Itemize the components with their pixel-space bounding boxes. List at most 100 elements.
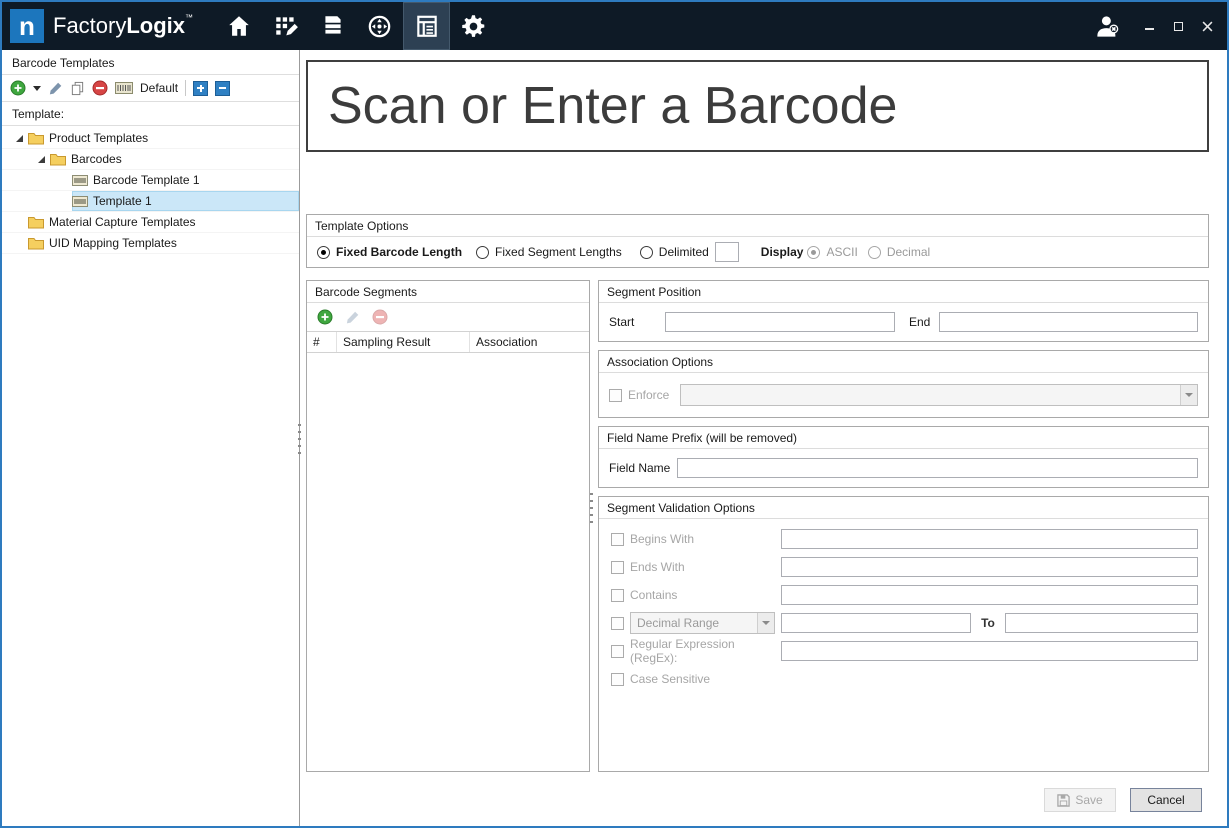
- fixed-segment-lengths-label: Fixed Segment Lengths: [495, 245, 622, 259]
- cancel-button[interactable]: Cancel: [1130, 788, 1202, 812]
- group-title: Segment Position: [599, 281, 1208, 303]
- settings-icon[interactable]: [450, 2, 497, 50]
- contains-input[interactable]: [781, 585, 1198, 605]
- templates-icon[interactable]: [403, 2, 450, 50]
- delimiter-input[interactable]: [715, 242, 739, 262]
- edit-icon[interactable]: [48, 81, 63, 96]
- fixed-segment-lengths-radio[interactable]: [476, 246, 489, 259]
- sidebar-toolbar: Default: [2, 75, 299, 102]
- group-title: Field Name Prefix (will be removed): [599, 427, 1208, 449]
- tree-item-template-1[interactable]: Template 1: [2, 191, 299, 212]
- template-label: Template:: [2, 102, 299, 126]
- window-controls: [1143, 20, 1213, 32]
- delimited-label: Delimited: [659, 245, 709, 259]
- case-sensitive-label: Case Sensitive: [630, 672, 710, 686]
- segment-validation-group: Segment Validation Options Begins With: [598, 496, 1209, 772]
- ascii-radio: [807, 246, 820, 259]
- segments-table-header: # Sampling Result Association: [307, 331, 589, 353]
- barcode-segments-group: Barcode Segments: [306, 280, 590, 772]
- brand-name: FactoryLogix™: [53, 13, 193, 39]
- add-template-icon[interactable]: [10, 80, 26, 96]
- segments-toolbar: [307, 303, 589, 331]
- maximize-icon[interactable]: [1172, 20, 1184, 32]
- tree-item-label: UID Mapping Templates: [49, 236, 177, 250]
- home-icon[interactable]: [215, 2, 262, 50]
- panel-splitter[interactable]: [590, 493, 593, 523]
- main-panel: Scan or Enter a Barcode Template Options…: [300, 50, 1227, 826]
- sidebar: Barcode Templates Default: [2, 50, 300, 826]
- save-icon: [1057, 794, 1070, 807]
- folder-icon: [50, 153, 66, 166]
- ends-with-input[interactable]: [781, 557, 1198, 577]
- field-name-prefix-group: Field Name Prefix (will be removed) Fiel…: [598, 426, 1209, 488]
- regex-checkbox: [611, 645, 624, 658]
- begins-with-input[interactable]: [781, 529, 1198, 549]
- tree-item-barcode-template-1[interactable]: Barcode Template 1: [2, 170, 299, 191]
- field-name-label: Field Name: [609, 461, 671, 475]
- field-name-input[interactable]: [677, 458, 1198, 478]
- fixed-barcode-length-radio[interactable]: [317, 246, 330, 259]
- template-options-group: Template Options Fixed Barcode Length Fi…: [306, 214, 1209, 268]
- regex-input[interactable]: [781, 641, 1198, 661]
- delimited-radio[interactable]: [640, 246, 653, 259]
- column-header[interactable]: Sampling Result: [337, 332, 470, 352]
- column-header[interactable]: Association: [470, 332, 589, 352]
- dispatch-icon[interactable]: [356, 2, 403, 50]
- user-account-icon[interactable]: [1094, 13, 1121, 40]
- footer: Save Cancel: [306, 776, 1209, 820]
- expand-all-icon[interactable]: [193, 81, 208, 96]
- decimal-label: Decimal: [887, 245, 930, 259]
- folder-icon: [28, 132, 44, 145]
- decimal-radio: [868, 246, 881, 259]
- minimize-icon[interactable]: [1143, 20, 1155, 32]
- tree-item-label: Product Templates: [49, 131, 148, 145]
- tree-item-barcodes[interactable]: Barcodes: [2, 149, 299, 170]
- tree-item-uid-mapping-templates[interactable]: UID Mapping Templates: [2, 233, 299, 254]
- template-tree: Product Templates Barcodes Bar: [2, 126, 299, 826]
- default-label: Default: [140, 81, 178, 95]
- titlebar-right: [1094, 13, 1217, 40]
- range-to-input[interactable]: [1005, 613, 1198, 633]
- tree-item-label: Barcodes: [71, 152, 122, 166]
- column-header[interactable]: #: [307, 332, 337, 352]
- close-icon[interactable]: [1201, 20, 1213, 32]
- display-label: Display: [761, 245, 804, 259]
- selected-tree-item[interactable]: Template 1: [72, 191, 299, 211]
- tree-item-label: Material Capture Templates: [49, 215, 196, 229]
- sidebar-title: Barcode Templates: [2, 50, 299, 75]
- add-dropdown-icon[interactable]: [33, 86, 41, 91]
- to-label: To: [971, 616, 1005, 630]
- association-options-group: Association Options Enforce: [598, 350, 1209, 418]
- begins-with-label: Begins With: [630, 532, 694, 546]
- tree-item-product-templates[interactable]: Product Templates: [2, 128, 299, 149]
- start-input[interactable]: [665, 312, 895, 332]
- copy-icon[interactable]: [70, 81, 85, 96]
- case-sensitive-checkbox: [611, 673, 624, 686]
- remove-segment-icon: [372, 309, 388, 325]
- scan-barcode-box[interactable]: Scan or Enter a Barcode: [306, 60, 1209, 152]
- end-input[interactable]: [939, 312, 1198, 332]
- range-type-combobox: Decimal Range: [630, 612, 775, 634]
- group-title: Barcode Segments: [307, 281, 589, 303]
- titlebar: n FactoryLogix™: [2, 2, 1227, 50]
- edit-segment-icon: [345, 310, 360, 325]
- materials-icon[interactable]: [309, 2, 356, 50]
- ends-with-label: Ends With: [630, 560, 685, 574]
- folder-icon: [28, 237, 44, 250]
- range-from-input[interactable]: [781, 613, 971, 633]
- sidebar-splitter[interactable]: [298, 424, 301, 454]
- expand-arrow-icon[interactable]: [32, 156, 50, 163]
- main-nav: [215, 2, 497, 50]
- enforce-checkbox: [609, 389, 622, 402]
- tree-item-label: Template 1: [93, 194, 152, 208]
- collapse-all-icon[interactable]: [215, 81, 230, 96]
- work-instructions-icon[interactable]: [262, 2, 309, 50]
- default-template-icon[interactable]: [115, 82, 133, 94]
- fixed-barcode-length-label: Fixed Barcode Length: [336, 245, 462, 259]
- tree-item-material-capture-templates[interactable]: Material Capture Templates: [2, 212, 299, 233]
- add-segment-icon[interactable]: [317, 309, 333, 325]
- segments-table-body[interactable]: [307, 353, 589, 771]
- begins-with-checkbox: [611, 533, 624, 546]
- expand-arrow-icon[interactable]: [10, 135, 28, 142]
- remove-icon[interactable]: [92, 80, 108, 96]
